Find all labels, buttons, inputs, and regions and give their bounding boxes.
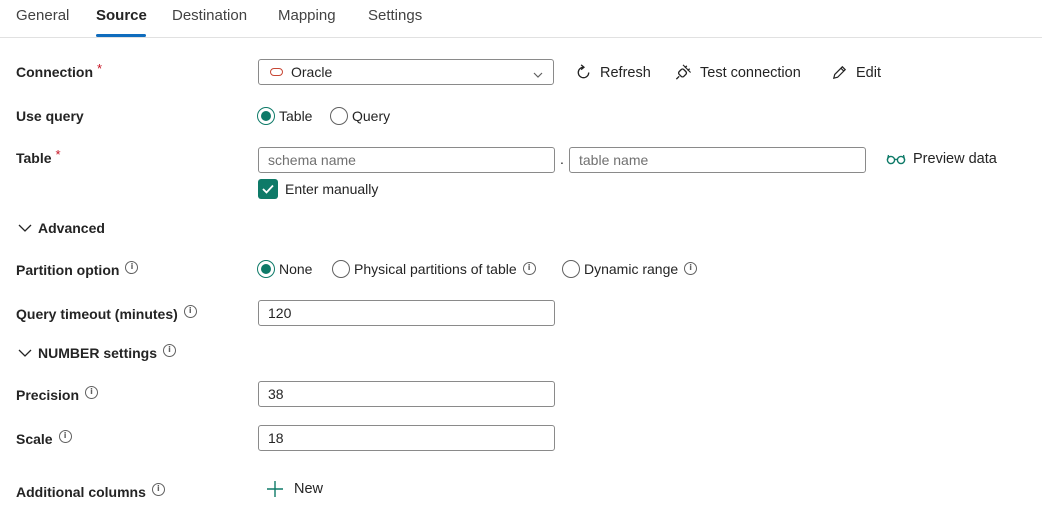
radio-physical-label: Physical partitions of table (354, 261, 517, 277)
additional-columns-label: Additional columns i (16, 482, 165, 500)
additional-columns-text: Additional columns (16, 484, 146, 500)
info-icon[interactable]: i (183, 304, 197, 318)
table-label: Table * (16, 146, 61, 167)
info-icon[interactable]: i (522, 261, 536, 275)
tab-settings[interactable]: Settings (368, 7, 422, 24)
info-icon[interactable]: i (58, 429, 72, 443)
chevron-down-icon (18, 348, 38, 358)
advanced-section-toggle[interactable]: Advanced (18, 220, 105, 236)
test-connection-label: Test connection (700, 64, 801, 81)
test-connection-button[interactable]: Test connection (673, 63, 801, 82)
preview-data-button[interactable]: Preview data (886, 151, 997, 167)
query-timeout-input[interactable] (258, 300, 555, 326)
radio-none-label: None (279, 261, 313, 277)
connection-dropdown[interactable]: Oracle (258, 59, 554, 85)
scale-label: Scale i (16, 429, 72, 447)
radio-circle (332, 260, 350, 278)
pencil-icon (830, 63, 856, 82)
refresh-button[interactable]: Refresh (574, 63, 651, 82)
radio-circle-checked (257, 260, 275, 278)
radio-circle (562, 260, 580, 278)
tab-mapping[interactable]: Mapping (278, 7, 336, 24)
glasses-icon (886, 152, 913, 166)
enter-manually-checkbox[interactable]: Enter manually (258, 179, 378, 199)
radio-partition-none[interactable]: None (257, 260, 312, 278)
info-icon[interactable]: i (125, 260, 139, 274)
chevron-down-icon (18, 223, 38, 233)
info-icon[interactable]: i (163, 343, 177, 357)
query-timeout-field[interactable] (268, 305, 554, 321)
checkmark-icon (258, 179, 278, 199)
new-column-button[interactable]: New (265, 479, 323, 499)
radio-physical-partitions[interactable]: Physical partitions of table i (332, 260, 536, 278)
schema-name-field[interactable] (268, 152, 554, 168)
radio-table[interactable]: Table (257, 107, 312, 125)
scale-input[interactable] (258, 425, 555, 451)
advanced-label: Advanced (38, 220, 105, 236)
precision-input[interactable] (258, 381, 555, 407)
table-name-field[interactable] (579, 152, 865, 168)
info-icon[interactable]: i (684, 261, 698, 275)
tab-general[interactable]: General (16, 7, 69, 24)
connection-label: Connection * (16, 60, 103, 81)
active-tab-indicator (96, 34, 146, 37)
precision-field[interactable] (268, 386, 554, 402)
scale-field[interactable] (268, 430, 554, 446)
edit-label: Edit (856, 64, 881, 81)
connection-label-text: Connection (16, 64, 93, 80)
oracle-icon (270, 68, 283, 76)
scale-text: Scale (16, 431, 53, 447)
radio-table-label: Table (279, 108, 313, 124)
number-settings-toggle[interactable]: NUMBER settings i (18, 343, 177, 361)
use-query-label: Use query (16, 108, 84, 124)
radio-dynamic-range[interactable]: Dynamic range i (562, 260, 698, 278)
partition-option-label: Partition option i (16, 260, 139, 278)
enter-manually-label: Enter manually (285, 181, 379, 197)
radio-query[interactable]: Query (330, 107, 390, 125)
number-settings-label: NUMBER settings (38, 345, 158, 361)
schema-name-input[interactable] (258, 147, 555, 173)
tab-source[interactable]: Source (96, 7, 147, 24)
chevron-down-icon (533, 67, 543, 83)
radio-query-label: Query (352, 108, 391, 124)
partition-option-text: Partition option (16, 262, 120, 278)
precision-label: Precision i (16, 385, 99, 403)
query-timeout-label: Query timeout (minutes) i (16, 304, 197, 322)
refresh-label: Refresh (600, 64, 651, 81)
connection-value: Oracle (291, 64, 333, 80)
precision-text: Precision (16, 387, 80, 403)
plus-icon (265, 479, 292, 499)
radio-circle (330, 107, 348, 125)
radio-dynamic-label: Dynamic range (584, 261, 679, 277)
required-mark: * (55, 146, 61, 162)
table-label-text: Table (16, 150, 52, 166)
edit-button[interactable]: Edit (830, 63, 881, 82)
refresh-icon (574, 63, 600, 82)
plug-icon (673, 63, 700, 82)
required-mark: * (97, 60, 103, 76)
schema-table-separator: . (560, 151, 564, 167)
tab-destination[interactable]: Destination (172, 7, 247, 24)
radio-circle-checked (257, 107, 275, 125)
query-timeout-text: Query timeout (minutes) (16, 306, 178, 322)
preview-data-label: Preview data (913, 151, 997, 167)
info-icon[interactable]: i (85, 385, 99, 399)
tab-bar: General Source Destination Mapping Setti… (0, 0, 1042, 38)
new-label: New (294, 481, 324, 497)
table-name-input[interactable] (569, 147, 866, 173)
info-icon[interactable]: i (151, 482, 165, 496)
